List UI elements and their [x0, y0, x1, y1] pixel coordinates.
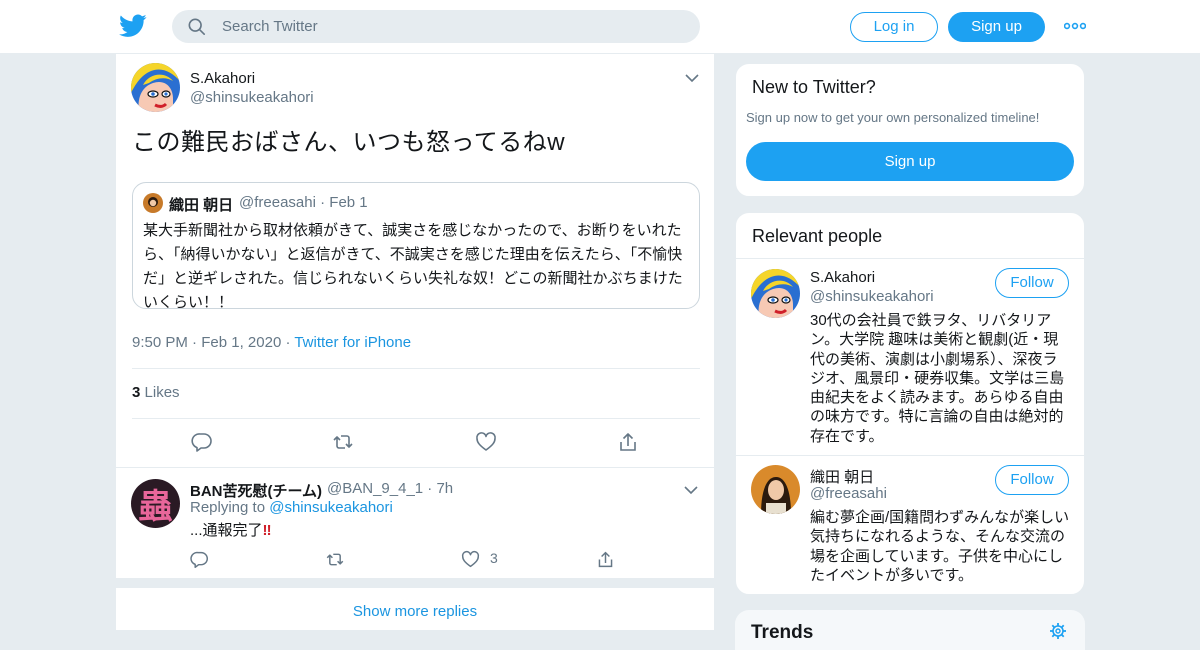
new-to-twitter-title: New to Twitter? [752, 77, 876, 97]
gear-icon[interactable] [1049, 622, 1067, 640]
new-to-twitter-subtitle: Sign up now to get your own personalized… [746, 110, 1040, 125]
search-icon [188, 18, 206, 36]
avatar[interactable] [131, 63, 180, 112]
tweet-time[interactable]: 9:50 PM [132, 334, 188, 351]
tweet-text: この難民おばさん、いつも怒ってるねw [132, 129, 566, 156]
like-heart-icon[interactable] [461, 550, 480, 569]
trends-title: Trends [751, 622, 814, 643]
person-name[interactable]: S.Akahori [810, 269, 875, 286]
popart-avatar-image [131, 63, 180, 112]
reply-like-count: 3 [490, 550, 498, 566]
likes-stat[interactable]: 3 Likes [132, 384, 180, 401]
new-to-twitter-card: New to Twitter? Sign up now to get your … [735, 63, 1085, 197]
divider [132, 418, 700, 419]
quoted-tweet[interactable]: 織田 朝日 @freeasahi · Feb 1 某大手新聞社から取材依頼がきて… [132, 182, 700, 311]
relevant-people-title: Relevant people [752, 226, 883, 246]
follow-button[interactable]: Follow [995, 465, 1069, 495]
like-heart-icon[interactable] [475, 431, 497, 453]
reply-time[interactable]: 7h [436, 480, 453, 497]
chevron-down-icon[interactable] [684, 485, 698, 495]
signup-button[interactable]: Sign up [948, 12, 1045, 42]
replying-to-link[interactable]: @shinsukeakahori [269, 499, 393, 516]
section-gap [116, 578, 714, 588]
person-avatar[interactable] [751, 465, 800, 514]
reply-icon[interactable] [191, 431, 213, 453]
likes-label: Likes [144, 384, 180, 401]
person-avatar[interactable] [751, 269, 800, 318]
twitter-bird-icon[interactable] [119, 13, 147, 39]
quoted-author-meta: @freeasahi · Feb 1 [239, 194, 368, 211]
share-icon[interactable] [596, 550, 615, 569]
person-name[interactable]: 織田 朝日 [810, 466, 874, 487]
quoted-author-handle: @freeasahi [239, 194, 316, 211]
more-dots-icon[interactable] [1064, 20, 1086, 32]
show-more-replies-link[interactable]: Show more replies [116, 603, 714, 620]
tweet-author-name[interactable]: S.Akahori [190, 70, 255, 87]
replying-prefix: Replying to [190, 499, 266, 516]
sidebar-signup-button[interactable]: Sign up [746, 142, 1074, 181]
reply-tweet[interactable]: 蟲 BAN苦死慰(チーム) @BAN_9_4_1 · 7h Replying t… [116, 467, 714, 578]
search-box[interactable] [172, 10, 700, 43]
tweet-source-link[interactable]: Twitter for iPhone [294, 334, 411, 351]
divider [736, 455, 1084, 456]
tweet-column: S.Akahori @shinsukeakahori この難民おばさん、いつも怒… [115, 54, 715, 630]
trends-card: Trends [735, 610, 1085, 650]
person-bio: 編む夢企画/国籍問わずみんなが楽しい気持ちになれるような、そんな交流の場を企画し… [810, 509, 1070, 584]
search-input[interactable] [222, 10, 682, 43]
divider [132, 368, 700, 369]
reply-icon[interactable] [190, 550, 209, 569]
reply-author-handle[interactable]: @BAN_9_4_1 [327, 480, 423, 497]
share-icon[interactable] [617, 431, 639, 453]
tweet-author-handle[interactable]: @shinsukeakahori [190, 89, 314, 106]
top-bar: Log in Sign up [0, 0, 1200, 54]
retweet-icon[interactable] [325, 550, 345, 569]
chevron-down-icon[interactable] [685, 73, 699, 83]
relevant-people-card: Relevant people S.Akahori @shinsukeakaho… [735, 212, 1085, 595]
quoted-avatar[interactable] [143, 193, 163, 213]
double-exclamation-icon: ‼ [262, 522, 272, 539]
follow-button[interactable]: Follow [995, 268, 1069, 298]
login-button[interactable]: Log in [850, 12, 938, 42]
quoted-date: Feb 1 [329, 194, 368, 211]
reply-text-body: ...通報完了 [190, 522, 263, 539]
reply-avatar[interactable]: 蟲 [131, 479, 180, 528]
person-handle[interactable]: @freeasahi [810, 485, 887, 502]
reply-author-meta: @BAN_9_4_1 · 7h [327, 480, 454, 497]
divider [736, 258, 1084, 259]
tweet-date[interactable]: Feb 1, 2020 [201, 334, 281, 351]
tweet-meta: 9:50 PM · Feb 1, 2020 · Twitter for iPho… [132, 334, 412, 351]
svg-text:蟲: 蟲 [139, 487, 173, 527]
quoted-text: 某大手新聞社から取材依頼がきて、誠実さを感じなかったので、お断りをいれたら、「納… [143, 222, 683, 311]
reply-author-name[interactable]: BAN苦死慰(チーム) [190, 480, 322, 501]
person-handle[interactable]: @shinsukeakahori [810, 288, 934, 305]
replying-to: Replying to @shinsukeakahori [190, 499, 393, 516]
person-bio: 30代の会社員で鉄ヲタ、リバタリアン。大学院 趣味は美術と観劇(近・現代の美術、… [810, 312, 1065, 445]
retweet-icon[interactable] [332, 431, 354, 453]
likes-count: 3 [132, 384, 141, 401]
quoted-author-name: 織田 朝日 [169, 197, 234, 214]
reply-text: ...通報完了‼ [190, 519, 272, 540]
